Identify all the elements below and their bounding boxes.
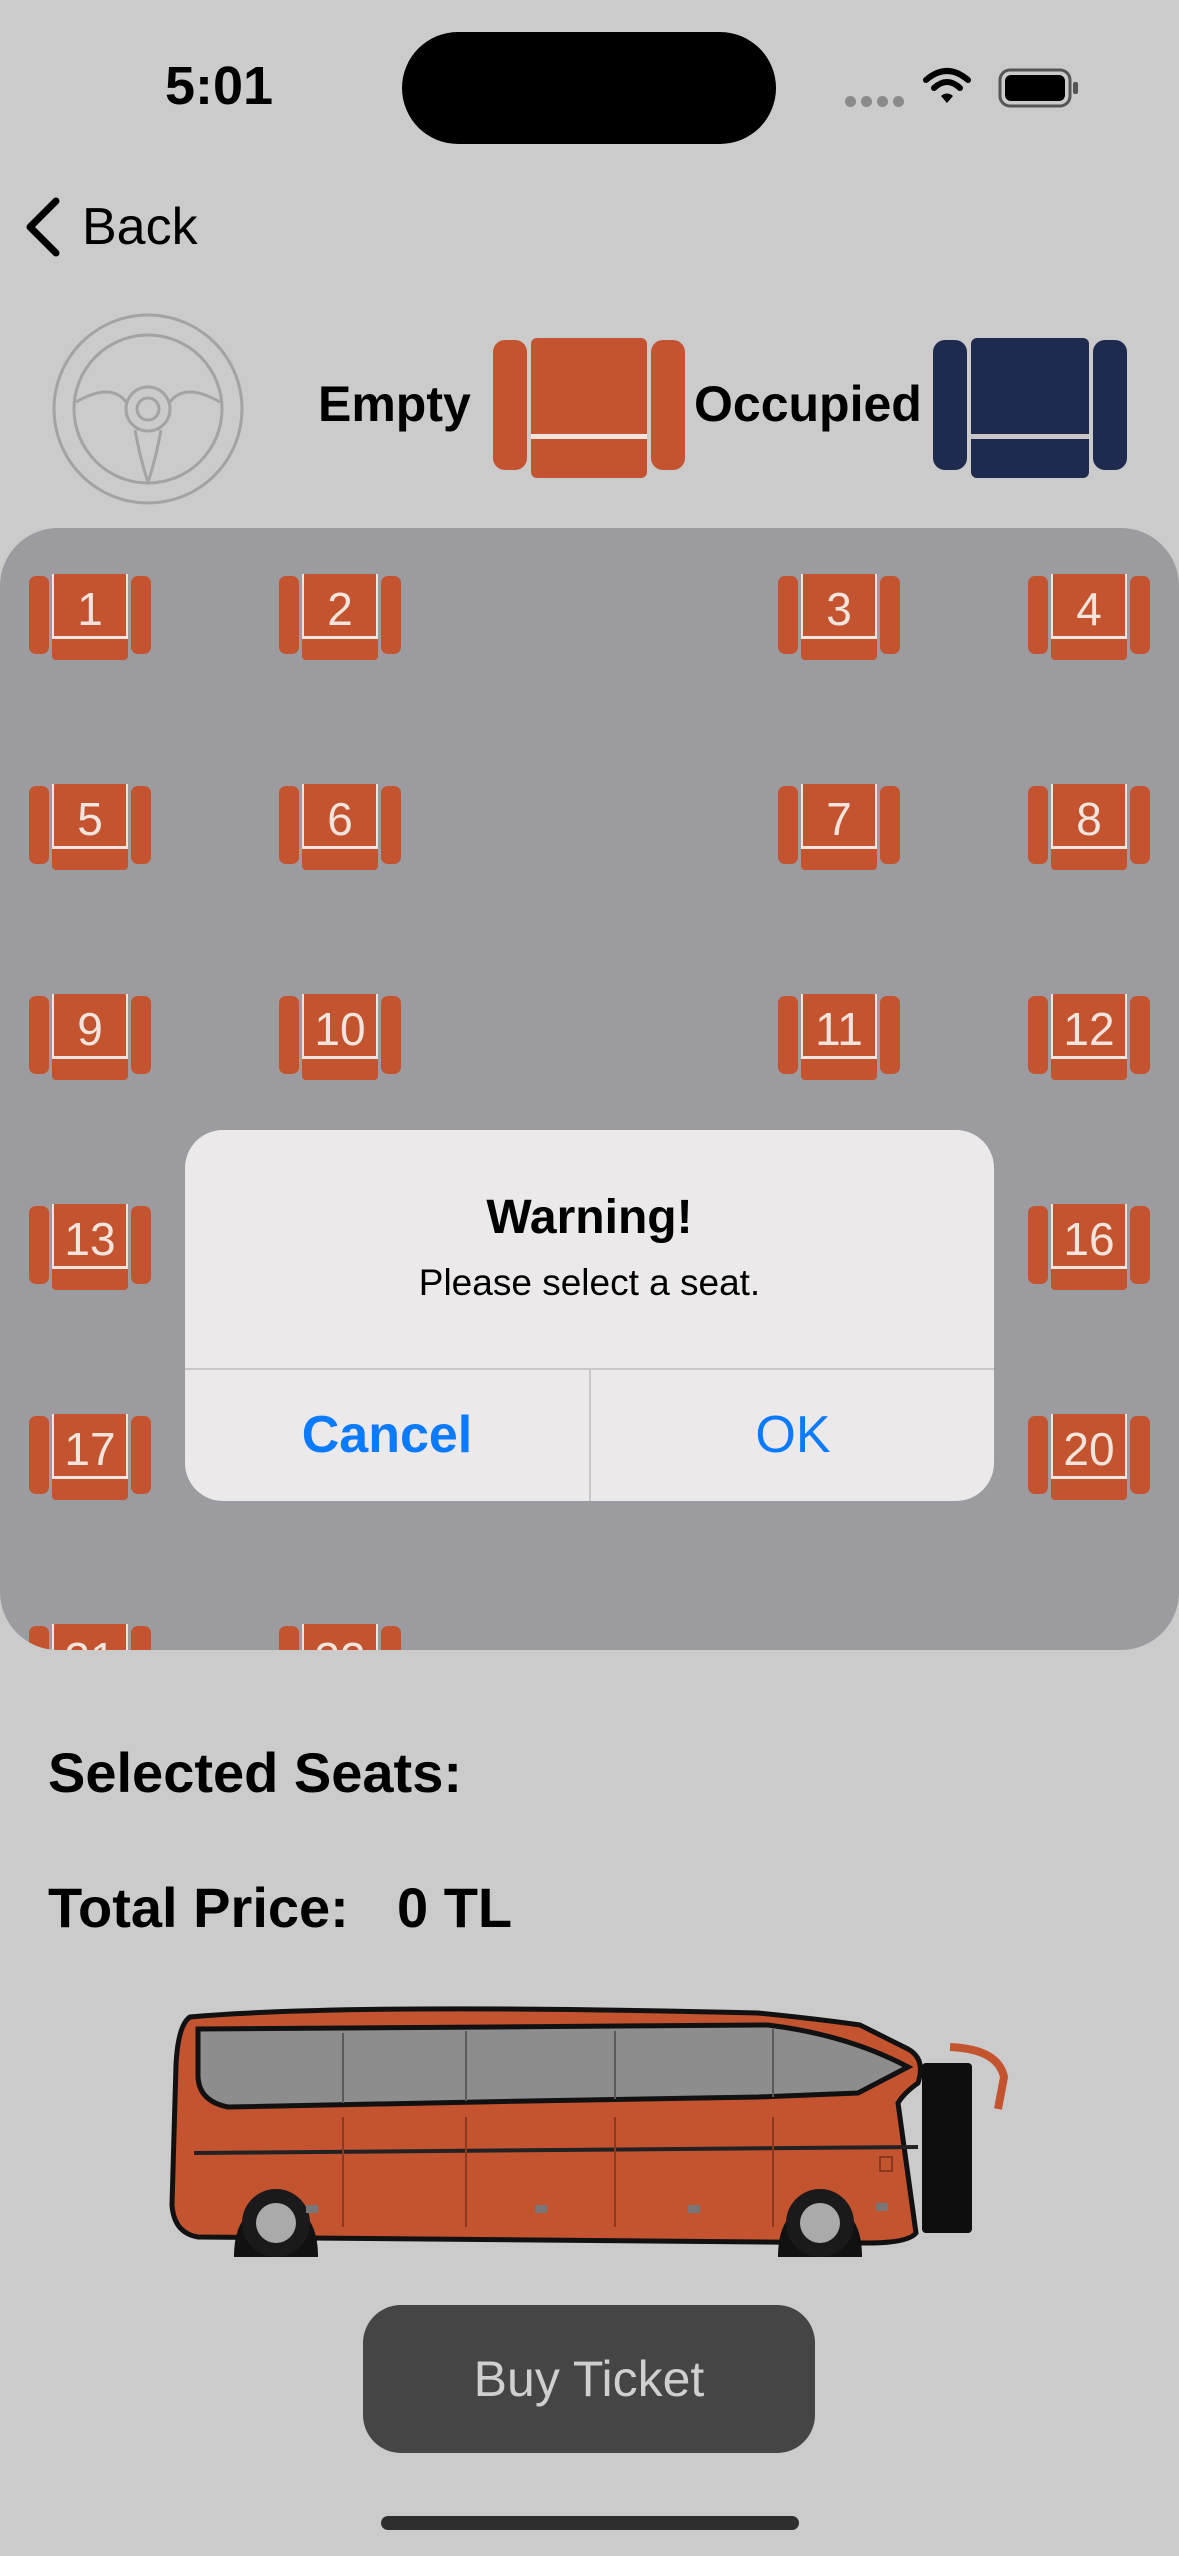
warning-alert: Warning! Please select a seat. Cancel OK	[185, 1130, 994, 1501]
alert-title: Warning!	[486, 1191, 693, 1244]
seat-20[interactable]: 20	[1028, 1414, 1150, 1500]
seat-17[interactable]: 17	[29, 1414, 151, 1500]
selected-seats-label: Selected Seats:	[48, 1741, 462, 1804]
seat-number: 8	[1076, 793, 1102, 845]
seat-4[interactable]: 4	[1028, 574, 1150, 660]
alert-message: Please select a seat.	[418, 1262, 761, 1303]
seat-number: 3	[826, 583, 852, 635]
seat-number: 16	[1063, 1213, 1115, 1265]
seat-2[interactable]: 2	[279, 574, 401, 660]
seat-number: 22	[279, 1632, 401, 1650]
seat-number: 10	[314, 1003, 366, 1055]
seat-13[interactable]: 13	[29, 1204, 151, 1290]
seat-number: 12	[1063, 1003, 1115, 1055]
battery-icon	[998, 68, 1078, 108]
seat-12[interactable]: 12	[1028, 994, 1150, 1080]
seat-number: 11	[815, 1003, 863, 1055]
empty-seat-legend-icon	[493, 338, 685, 478]
seat-number: 13	[64, 1213, 116, 1265]
seat-number: 6	[327, 793, 353, 845]
steering-wheel-icon	[52, 313, 244, 505]
buy-ticket-button[interactable]: Buy Ticket	[363, 2305, 815, 2453]
seat-number: 1	[77, 583, 103, 635]
seat-number: 17	[64, 1423, 116, 1475]
seat-10[interactable]: 10	[279, 994, 401, 1080]
chevron-left-icon	[26, 197, 60, 257]
seat-11[interactable]: 11	[778, 994, 900, 1080]
seat-21[interactable]: 21	[29, 1624, 151, 1650]
seat-number: 21	[29, 1632, 151, 1650]
cellular-signal-icon	[845, 94, 909, 112]
seat-3[interactable]: 3	[778, 574, 900, 660]
seat-16[interactable]: 16	[1028, 1204, 1150, 1290]
total-price-label: Total Price:	[48, 1876, 349, 1939]
bus-illustration	[169, 2006, 1009, 2257]
seat-9[interactable]: 9	[29, 994, 151, 1080]
occupied-seat-legend-icon	[933, 338, 1127, 478]
legend-empty-label: Empty	[318, 376, 471, 432]
seat-number: 2	[327, 583, 353, 635]
ok-button[interactable]: OK	[591, 1370, 994, 1501]
home-indicator	[381, 2516, 799, 2530]
seat-22[interactable]: 22	[279, 1624, 401, 1650]
wifi-icon	[923, 68, 971, 103]
seat-number: 20	[1063, 1423, 1115, 1475]
total-price-value: 0 TL	[397, 1876, 513, 1939]
status-time: 5:01	[165, 56, 274, 116]
back-label: Back	[82, 198, 198, 256]
seat-5[interactable]: 5	[29, 784, 151, 870]
seat-number: 5	[77, 793, 103, 845]
seat-number: 7	[826, 793, 852, 845]
seat-number: 4	[1076, 583, 1102, 635]
cancel-button[interactable]: Cancel	[185, 1370, 589, 1501]
seat-number: 9	[77, 1003, 103, 1055]
seat-8[interactable]: 8	[1028, 784, 1150, 870]
seat-7[interactable]: 7	[778, 784, 900, 870]
legend-occupied-label: Occupied	[694, 376, 922, 432]
seat-1[interactable]: 1	[29, 574, 151, 660]
dynamic-island	[402, 32, 776, 144]
seat-6[interactable]: 6	[279, 784, 401, 870]
back-button[interactable]: Back	[24, 192, 198, 262]
